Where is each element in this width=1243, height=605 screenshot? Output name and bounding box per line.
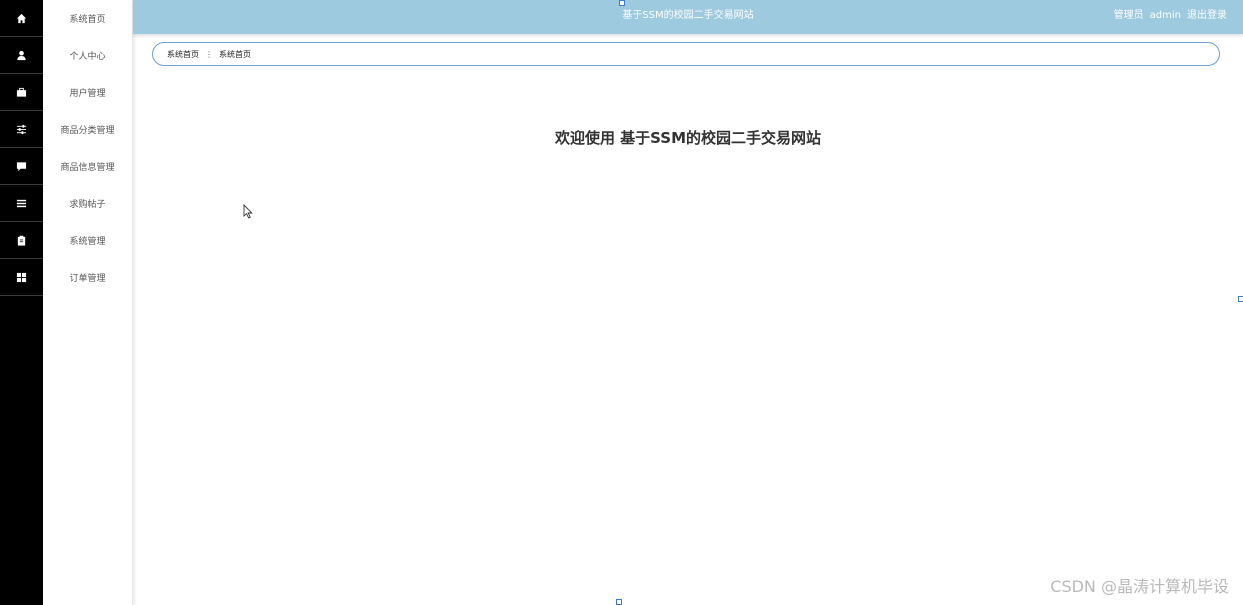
list-icon <box>16 199 27 207</box>
watermark: CSDN @晶涛计算机毕设 <box>1050 577 1229 596</box>
mouse-pointer-icon <box>243 204 253 219</box>
menu-item-system[interactable]: 系统管理 <box>43 222 132 259</box>
menu-item-goods[interactable]: 商品信息管理 <box>43 148 132 185</box>
clipboard-icon <box>17 235 26 246</box>
breadcrumb: 系统首页 ⋮ 系统首页 <box>152 42 1220 66</box>
breadcrumb-item-current: 系统首页 <box>219 49 251 59</box>
menu-item-users[interactable]: 用户管理 <box>43 74 132 111</box>
resize-handle-right[interactable] <box>1238 296 1243 302</box>
rail-system[interactable] <box>0 222 43 259</box>
rail-goods[interactable] <box>0 148 43 185</box>
chat-icon <box>16 161 27 171</box>
user-role: 管理员 <box>1113 10 1144 21</box>
breadcrumb-separator: ⋮ <box>205 49 213 59</box>
home-icon <box>16 13 27 23</box>
user-area: 管理员 admin 退出登录 <box>1108 0 1227 34</box>
user-icon <box>17 50 26 60</box>
sliders-icon <box>16 124 27 134</box>
resize-handle-bottom[interactable] <box>616 599 622 605</box>
rail-category[interactable] <box>0 111 43 148</box>
menu-item-category[interactable]: 商品分类管理 <box>43 111 132 148</box>
logout-link[interactable]: 退出登录 <box>1187 10 1227 21</box>
rail-users[interactable] <box>0 74 43 111</box>
username: admin <box>1149 10 1181 21</box>
rail-posts[interactable] <box>0 185 43 222</box>
menu-item-posts[interactable]: 求购帖子 <box>43 185 132 222</box>
briefcase-icon <box>16 87 27 97</box>
top-header: 基于SSM的校园二手交易网站 管理员 admin 退出登录 <box>133 0 1243 34</box>
rail-home[interactable] <box>0 0 43 37</box>
rail-orders[interactable] <box>0 259 43 296</box>
site-title: 基于SSM的校园二手交易网站 <box>622 10 754 21</box>
breadcrumb-item-home[interactable]: 系统首页 <box>167 49 199 60</box>
side-menu: 系统首页 个人中心 用户管理 商品分类管理 商品信息管理 求购帖子 系统管理 订… <box>43 0 133 605</box>
menu-item-home[interactable]: 系统首页 <box>43 0 132 37</box>
grid-icon <box>16 272 27 282</box>
icon-rail <box>0 0 43 605</box>
menu-item-profile[interactable]: 个人中心 <box>43 37 132 74</box>
welcome-heading: 欢迎使用 基于SSM的校园二手交易网站 <box>554 129 822 147</box>
rail-user[interactable] <box>0 37 43 74</box>
menu-item-orders[interactable]: 订单管理 <box>43 259 132 296</box>
resize-handle-top[interactable] <box>619 0 625 6</box>
